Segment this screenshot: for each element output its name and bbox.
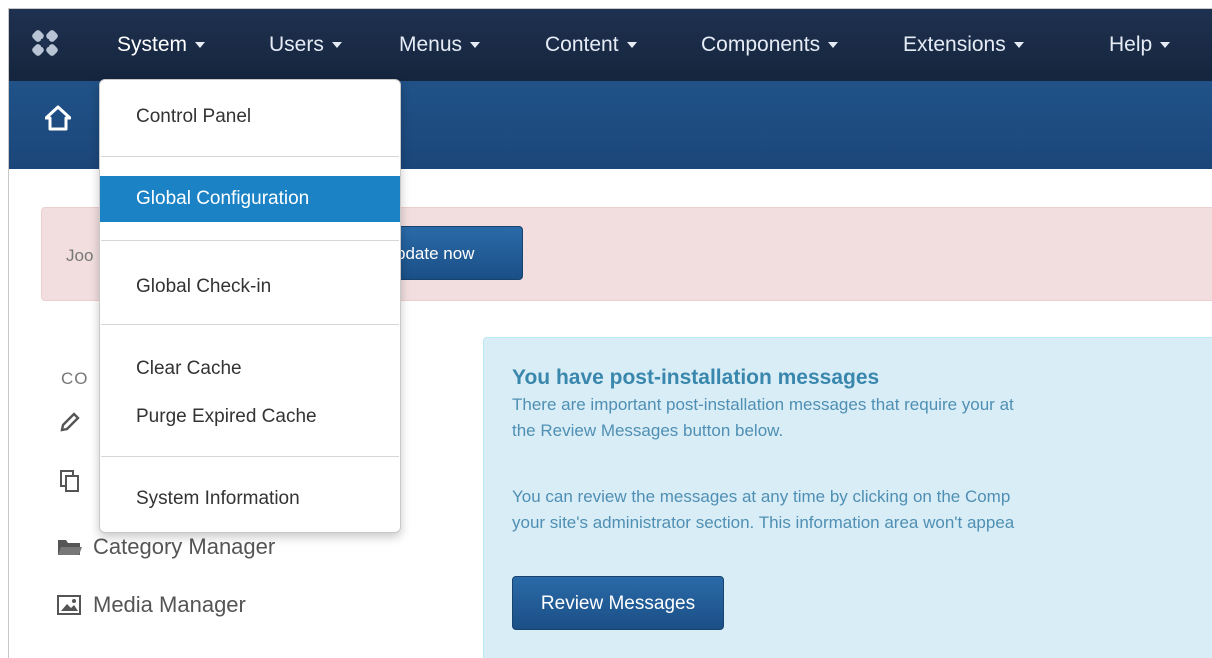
alert-text: Joo — [66, 246, 94, 265]
nav-menu-label: Components — [701, 33, 821, 56]
folder-icon — [58, 540, 82, 556]
info-text-line: the Review Messages button below. — [512, 421, 784, 440]
nav-menu-components[interactable]: Components — [701, 31, 839, 59]
top-navbar: System Users Menus Content Components Ex… — [9, 9, 1212, 81]
update-now-button[interactable]: pdate now — [385, 226, 523, 280]
system-dropdown-menu: Control Panel Global Configuration Globa… — [99, 79, 401, 533]
caret-down-icon — [1013, 42, 1024, 49]
info-text-line: You can review the messages at any time … — [512, 487, 1011, 506]
sidebar-item-media-manager[interactable]: Media Manager — [57, 591, 246, 621]
info-text-line: There are important post-installation me… — [512, 395, 1014, 414]
caret-down-icon — [626, 42, 637, 49]
menu-item-global-configuration[interactable]: Global Configuration — [100, 176, 400, 222]
nav-menu-label: Help — [1109, 33, 1153, 56]
menu-divider — [101, 456, 399, 457]
caret-down-icon — [1160, 42, 1171, 49]
nav-menu-system[interactable]: System — [117, 31, 206, 59]
sidebar-item-label: Category Manager — [93, 534, 276, 560]
joomla-logo-icon[interactable] — [31, 29, 59, 57]
sidebar-item-category-manager[interactable]: Category Manager — [57, 533, 275, 563]
menu-item-system-information[interactable]: System Information — [100, 476, 400, 522]
menu-item-global-check-in[interactable]: Global Check-in — [100, 264, 400, 310]
nav-menu-label: Extensions — [903, 33, 1006, 56]
nav-menu-help[interactable]: Help — [1109, 31, 1171, 59]
app-frame: System Users Menus Content Components Ex… — [8, 8, 1212, 658]
menu-item-control-panel[interactable]: Control Panel — [100, 94, 400, 140]
sidebar-item-label: Media Manager — [93, 592, 246, 618]
menu-divider — [101, 156, 399, 157]
nav-menu-menus[interactable]: Menus — [399, 31, 481, 59]
info-text-line: your site's administrator section. This … — [512, 513, 1015, 532]
home-icon[interactable] — [45, 105, 71, 131]
nav-menu-extensions[interactable]: Extensions — [903, 31, 1024, 59]
sidebar-section-heading: CO — [61, 369, 89, 388]
nav-menu-users[interactable]: Users — [269, 31, 342, 59]
nav-menu-label: Menus — [399, 33, 463, 56]
pencil-icon — [60, 412, 80, 432]
menu-item-clear-cache[interactable]: Clear Cache — [100, 346, 400, 392]
nav-menu-label: Users — [269, 33, 324, 56]
review-messages-button[interactable]: Review Messages — [512, 576, 724, 630]
caret-down-icon — [331, 42, 342, 49]
copy-icon — [60, 470, 79, 492]
caret-down-icon — [470, 42, 481, 49]
info-title: You have post-installation messages — [512, 366, 880, 389]
nav-menu-content[interactable]: Content — [545, 31, 637, 59]
nav-menu-label: Content — [545, 33, 619, 56]
caret-down-icon — [195, 42, 206, 49]
menu-divider — [101, 324, 399, 325]
menu-item-purge-expired-cache[interactable]: Purge Expired Cache — [100, 394, 400, 440]
menu-divider — [101, 240, 399, 241]
caret-down-icon — [828, 42, 839, 49]
nav-menu-label: System — [117, 33, 188, 56]
post-install-messages-box: You have post-installation messages Ther… — [483, 337, 1212, 658]
image-icon — [57, 595, 81, 616]
